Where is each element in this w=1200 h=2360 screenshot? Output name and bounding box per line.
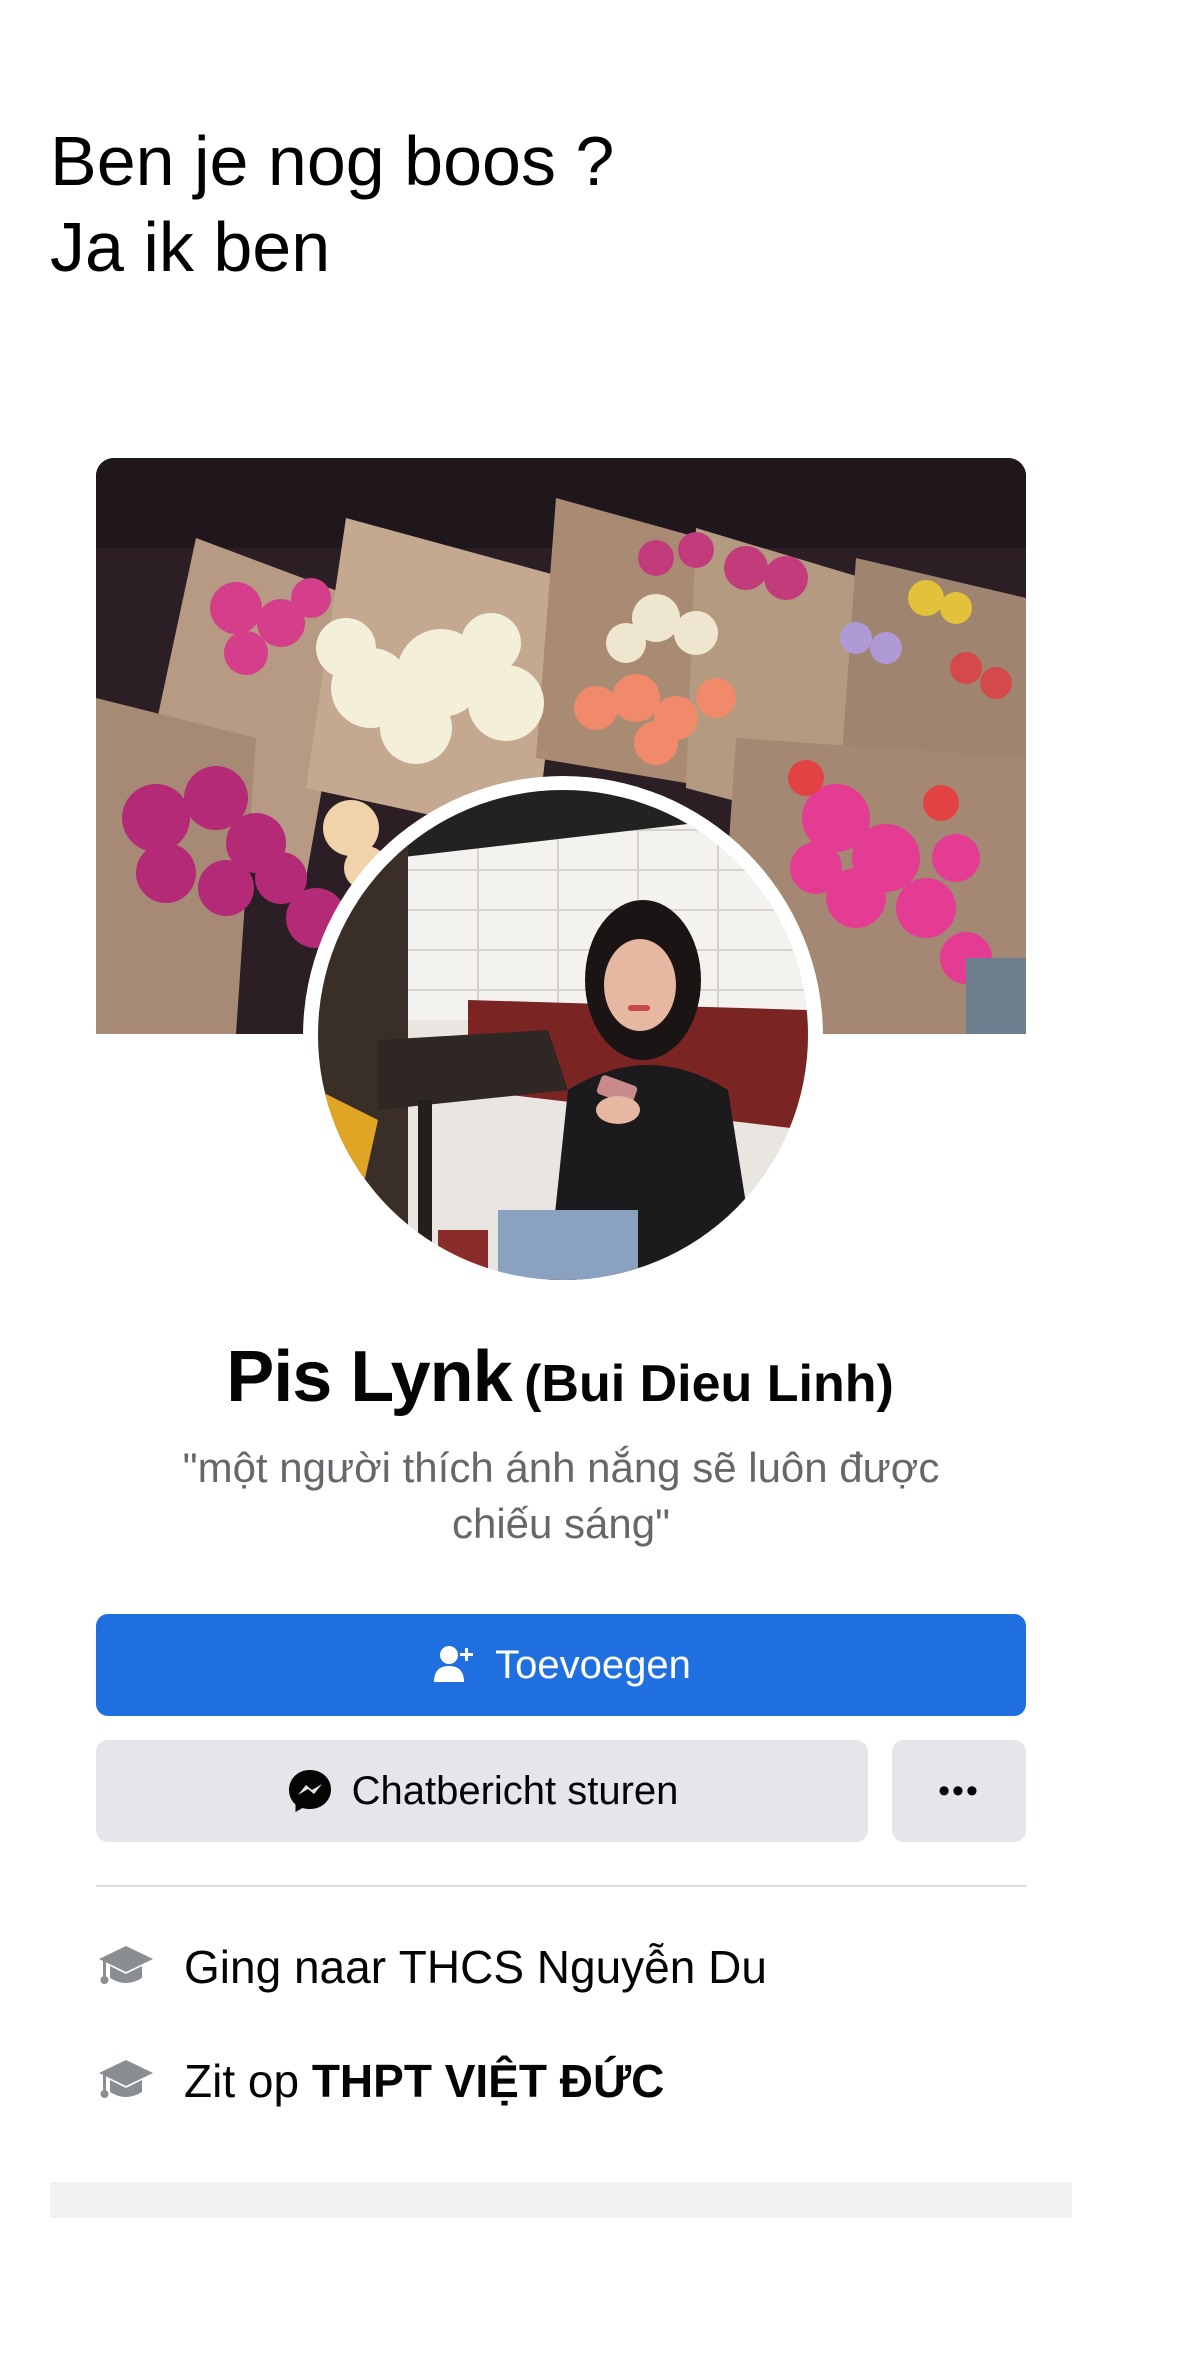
- education-row-past-prefix: Ging naar: [184, 1941, 399, 1993]
- profile-avatar-image: [318, 790, 808, 1280]
- education-row-current-school: THPT VIỆT ĐỨC: [311, 2055, 665, 2107]
- more-options-button[interactable]: •••: [892, 1740, 1026, 1842]
- profile-bio: "một người thích ánh nắng sẽ luôn được c…: [182, 1444, 940, 1547]
- more-dots-icon: •••: [938, 1771, 980, 1810]
- education-row-past-school: THCS Nguyễn Du: [398, 1941, 767, 1993]
- profile-avatar[interactable]: [318, 790, 808, 1280]
- education-row-past[interactable]: Ging naar THCS Nguyễn Du: [96, 1932, 767, 2002]
- profile-name: Pis Lynk: [226, 1337, 512, 1417]
- meme-caption: Ben je nog boos ? Ja ik ben: [50, 118, 614, 290]
- send-message-button[interactable]: Chatbericht sturen: [96, 1740, 868, 1842]
- education-row-current[interactable]: Zit op THPT VIỆT ĐỨC: [96, 2046, 664, 2116]
- cropped-content-strip: [50, 2182, 1072, 2218]
- section-divider: [96, 1885, 1026, 1887]
- profile-name-row: Pis Lynk (Bui Dieu Linh): [0, 1336, 1120, 1418]
- caption-line-1: Ben je nog boos ?: [50, 122, 615, 200]
- profile-alternate-name: (Bui Dieu Linh): [524, 1355, 894, 1413]
- graduation-cap-icon: [96, 2056, 156, 2106]
- caption-line-2: Ja ik ben: [50, 208, 331, 286]
- graduation-cap-icon: [96, 1942, 156, 1992]
- education-row-current-prefix: Zit op: [184, 2055, 312, 2107]
- add-friend-button[interactable]: Toevoegen: [96, 1614, 1026, 1716]
- add-friend-icon: [431, 1642, 477, 1688]
- add-friend-label: Toevoegen: [495, 1642, 691, 1687]
- send-message-label: Chatbericht sturen: [351, 1768, 679, 1813]
- messenger-icon: [286, 1767, 334, 1815]
